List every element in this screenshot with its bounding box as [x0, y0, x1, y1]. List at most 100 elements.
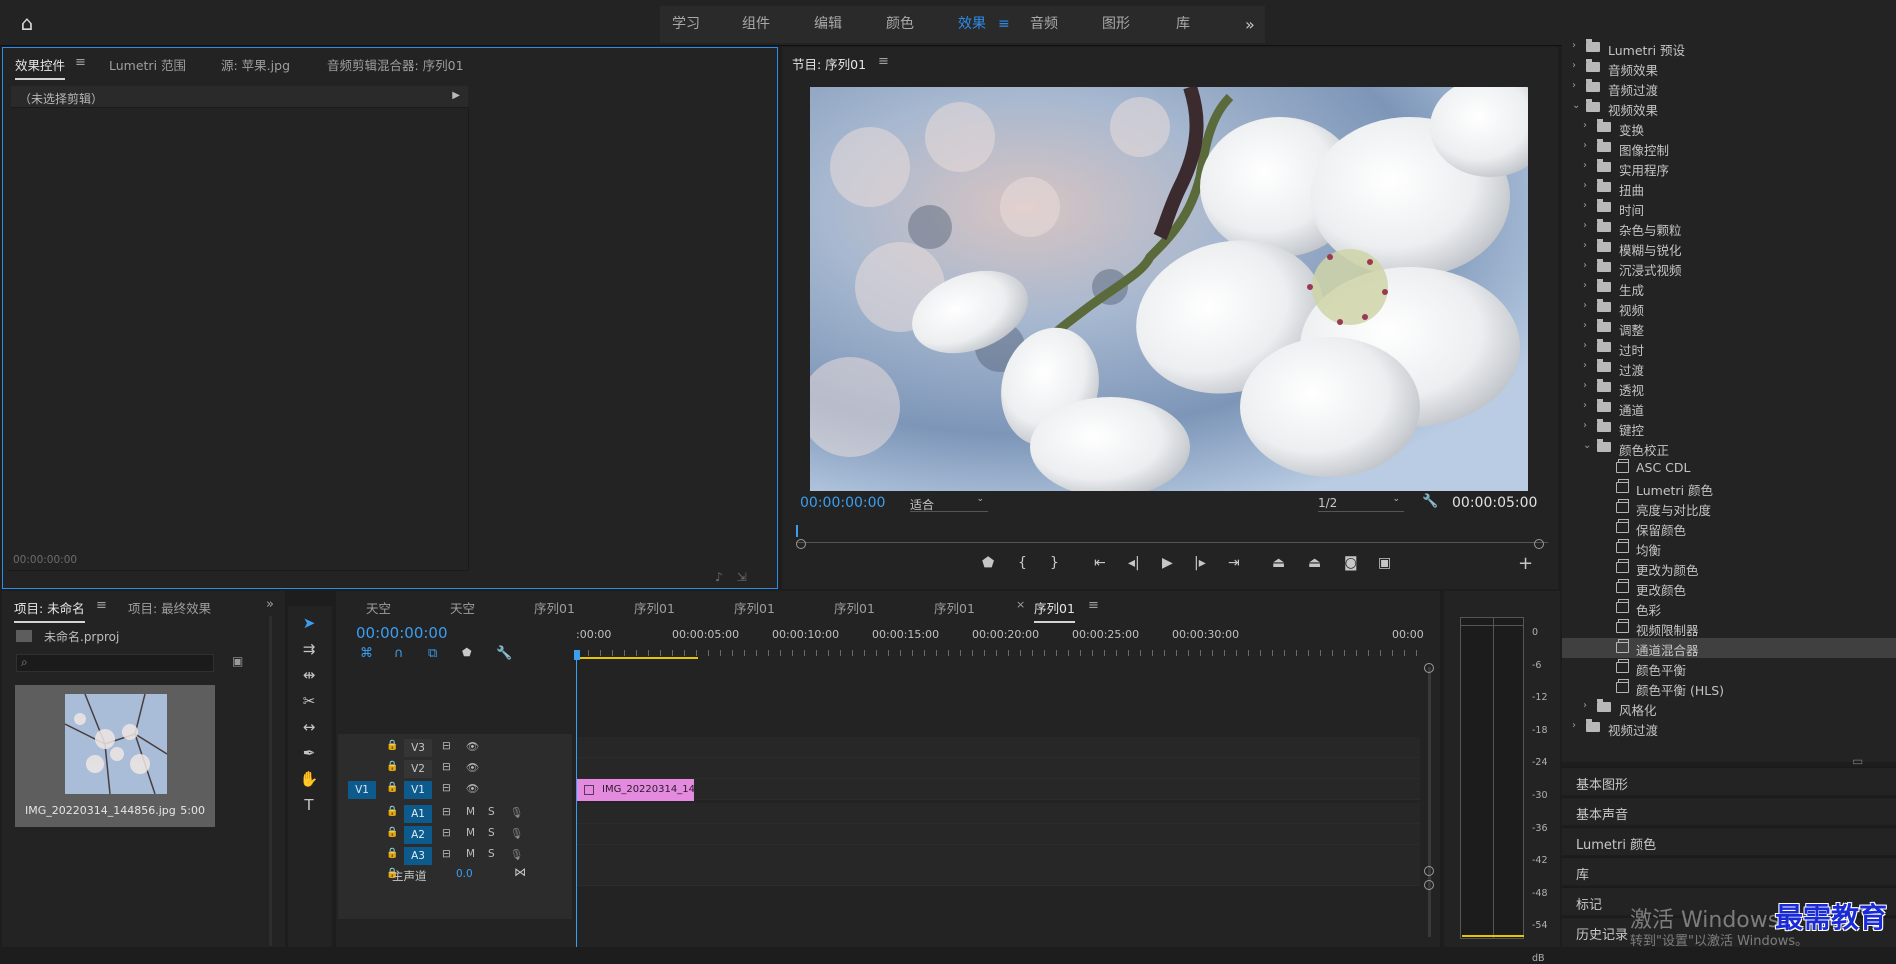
effect-folder[interactable]: › 生成 — [1562, 278, 1896, 298]
razor-tool-icon[interactable]: ✂ — [298, 690, 320, 712]
program-playhead[interactable] — [796, 525, 798, 537]
chevron-right-icon[interactable]: › — [1583, 400, 1587, 411]
master-volume-value[interactable]: 0.0 — [456, 868, 473, 880]
track-row[interactable]: IMG_20220314_1448 — [576, 779, 1420, 801]
sync-lock-icon[interactable]: ⊟ — [442, 761, 451, 773]
sync-lock-icon[interactable]: ⊟ — [442, 740, 451, 752]
microphone-icon[interactable]: 🎙 — [510, 827, 523, 840]
effect-folder[interactable]: › 模糊与锐化 — [1562, 238, 1896, 258]
track-row[interactable] — [576, 865, 1420, 886]
timeline-timecode[interactable]: 00:00:00:00 — [356, 624, 448, 642]
effect-folder[interactable]: › 调整 — [1562, 318, 1896, 338]
program-time-ruler[interactable] — [796, 525, 1548, 543]
track-area[interactable]: IMG_20220314_1448 — [576, 731, 1420, 947]
timeline-playhead-handle[interactable] — [574, 650, 580, 660]
home-icon[interactable]: ⌂ — [14, 12, 40, 34]
zoom-handle-left[interactable] — [796, 539, 806, 549]
mute-button[interactable]: M — [466, 827, 475, 839]
panel-menu-icon[interactable]: ≡ — [96, 598, 107, 613]
comparison-view-icon[interactable]: ▣ — [1378, 555, 1391, 571]
chevron-right-icon[interactable]: › — [1583, 420, 1587, 431]
go-to-in-icon[interactable]: ⇤ — [1094, 555, 1106, 571]
workspace-tab-libraries[interactable]: 库 — [1176, 6, 1190, 43]
chevron-right-icon[interactable]: › — [1583, 140, 1587, 151]
more-panels-icon[interactable]: » — [266, 597, 274, 612]
source-patch-v1[interactable]: V1 — [348, 781, 376, 799]
sync-lock-icon[interactable]: ⊟ — [442, 827, 451, 839]
chevron-right-icon[interactable]: › — [1572, 80, 1576, 91]
nest-toggle-icon[interactable]: ⌘ — [360, 646, 373, 661]
work-area-bar[interactable] — [577, 657, 698, 659]
tab-program[interactable]: 节目: 序列01 — [792, 54, 866, 73]
chevron-right-icon[interactable]: › — [1583, 200, 1587, 211]
go-to-out-icon[interactable]: ⇥ — [1228, 555, 1240, 571]
chevron-right-icon[interactable]: › — [1583, 340, 1587, 351]
lock-icon[interactable]: 🔒 — [386, 848, 398, 859]
effect-folder[interactable]: › 实用程序 — [1562, 158, 1896, 178]
workspace-tab-editing[interactable]: 编辑 — [814, 6, 842, 43]
workspace-tab-color[interactable]: 颜色 — [886, 6, 914, 43]
mute-button[interactable]: M — [466, 848, 475, 860]
effect-folder[interactable]: › 音频过渡 — [1562, 78, 1896, 98]
tab-sequence-5[interactable]: 序列01 — [934, 598, 975, 617]
chevron-right-icon[interactable]: › — [1583, 120, 1587, 131]
track-target[interactable]: A2 — [404, 826, 432, 844]
timeline-vertical-scrollbar[interactable] — [1428, 667, 1431, 937]
side-panel-essential-sound[interactable]: 基本声音 — [1562, 797, 1896, 825]
effect-folder[interactable]: › 扭曲 — [1562, 178, 1896, 198]
lock-icon[interactable]: 🔒 — [386, 740, 398, 751]
effect-folder[interactable]: › 过时 — [1562, 338, 1896, 358]
effect-folder[interactable]: › 视频过渡 — [1562, 718, 1896, 738]
microphone-icon[interactable]: 🎙 — [510, 806, 523, 819]
project-media-item[interactable]: IMG_20220314_144856.jpg 5:00 — [15, 685, 215, 827]
tab-audio-clip-mixer[interactable]: 音频剪辑混合器: 序列01 — [327, 55, 464, 74]
snap-icon[interactable]: ∩ — [394, 646, 404, 661]
timeline-clip[interactable]: IMG_20220314_1448 — [576, 779, 694, 801]
workspace-tab-assembly[interactable]: 组件 — [742, 6, 770, 43]
solo-button[interactable]: S — [488, 806, 495, 818]
workspace-tab-audio[interactable]: 音频 — [1030, 6, 1058, 43]
track-target[interactable]: A1 — [404, 805, 432, 823]
effect-item[interactable]: 色彩 — [1562, 598, 1896, 618]
solo-button[interactable]: S — [488, 827, 495, 839]
effect-folder[interactable]: ⌄ 视频效果 — [1562, 98, 1896, 118]
scroll-handle-top[interactable] — [1424, 663, 1434, 673]
timeline-settings-wrench-icon[interactable]: 🔧 — [496, 646, 512, 661]
tab-sequence-3[interactable]: 序列01 — [734, 598, 775, 617]
side-panel-essential-graphics[interactable]: 基本图形 — [1562, 767, 1896, 795]
slip-tool-icon[interactable]: ↔ — [298, 716, 320, 738]
lock-icon[interactable]: 🔒 — [386, 782, 398, 793]
chevron-right-icon[interactable]: › — [1583, 180, 1587, 191]
effect-item[interactable]: 通道混合器 — [1562, 638, 1896, 658]
chevron-right-icon[interactable]: › — [1583, 260, 1587, 271]
type-tool-icon[interactable]: T — [298, 794, 320, 816]
chevron-right-icon[interactable]: › — [1583, 700, 1587, 711]
chevron-down-icon[interactable]: ⌄ — [1572, 100, 1580, 111]
tab-sequence-active[interactable]: 序列01 — [1034, 598, 1075, 623]
effect-item[interactable]: 均衡 — [1562, 538, 1896, 558]
chevron-right-icon[interactable]: › — [1583, 240, 1587, 251]
effect-folder[interactable]: › 音频效果 — [1562, 58, 1896, 78]
mute-button[interactable]: M — [466, 806, 475, 818]
effect-folder[interactable]: › 图像控制 — [1562, 138, 1896, 158]
workspace-tab-graphics[interactable]: 图形 — [1102, 6, 1130, 43]
ripple-edit-tool-icon[interactable]: ⇹ — [298, 664, 320, 686]
track-row[interactable] — [576, 845, 1420, 866]
hand-tool-icon[interactable]: ✋ — [298, 768, 320, 790]
scroll-handle-mid2[interactable] — [1424, 880, 1434, 890]
workspace-menu-icon[interactable]: ≡ — [998, 6, 1010, 43]
chevron-right-icon[interactable]: › — [1572, 60, 1576, 71]
track-row[interactable] — [576, 758, 1420, 779]
export-frame-icon[interactable]: ◙ — [1344, 555, 1358, 571]
eye-icon[interactable]: 👁 — [466, 782, 479, 795]
panel-menu-icon[interactable]: ≡ — [878, 54, 889, 69]
more-workspaces-icon[interactable]: » — [1245, 6, 1255, 43]
effect-item[interactable]: 更改为颜色 — [1562, 558, 1896, 578]
sync-lock-icon[interactable]: ⊟ — [442, 848, 451, 860]
workspace-tab-learn[interactable]: 学习 — [672, 6, 700, 43]
chevron-right-icon[interactable]: › — [1583, 380, 1587, 391]
chevron-right-icon[interactable]: › — [1572, 720, 1576, 731]
track-target[interactable]: V1 — [404, 781, 432, 799]
effect-folder[interactable]: › 变换 — [1562, 118, 1896, 138]
tab-sequence-sky-1[interactable]: 天空 — [366, 598, 391, 617]
